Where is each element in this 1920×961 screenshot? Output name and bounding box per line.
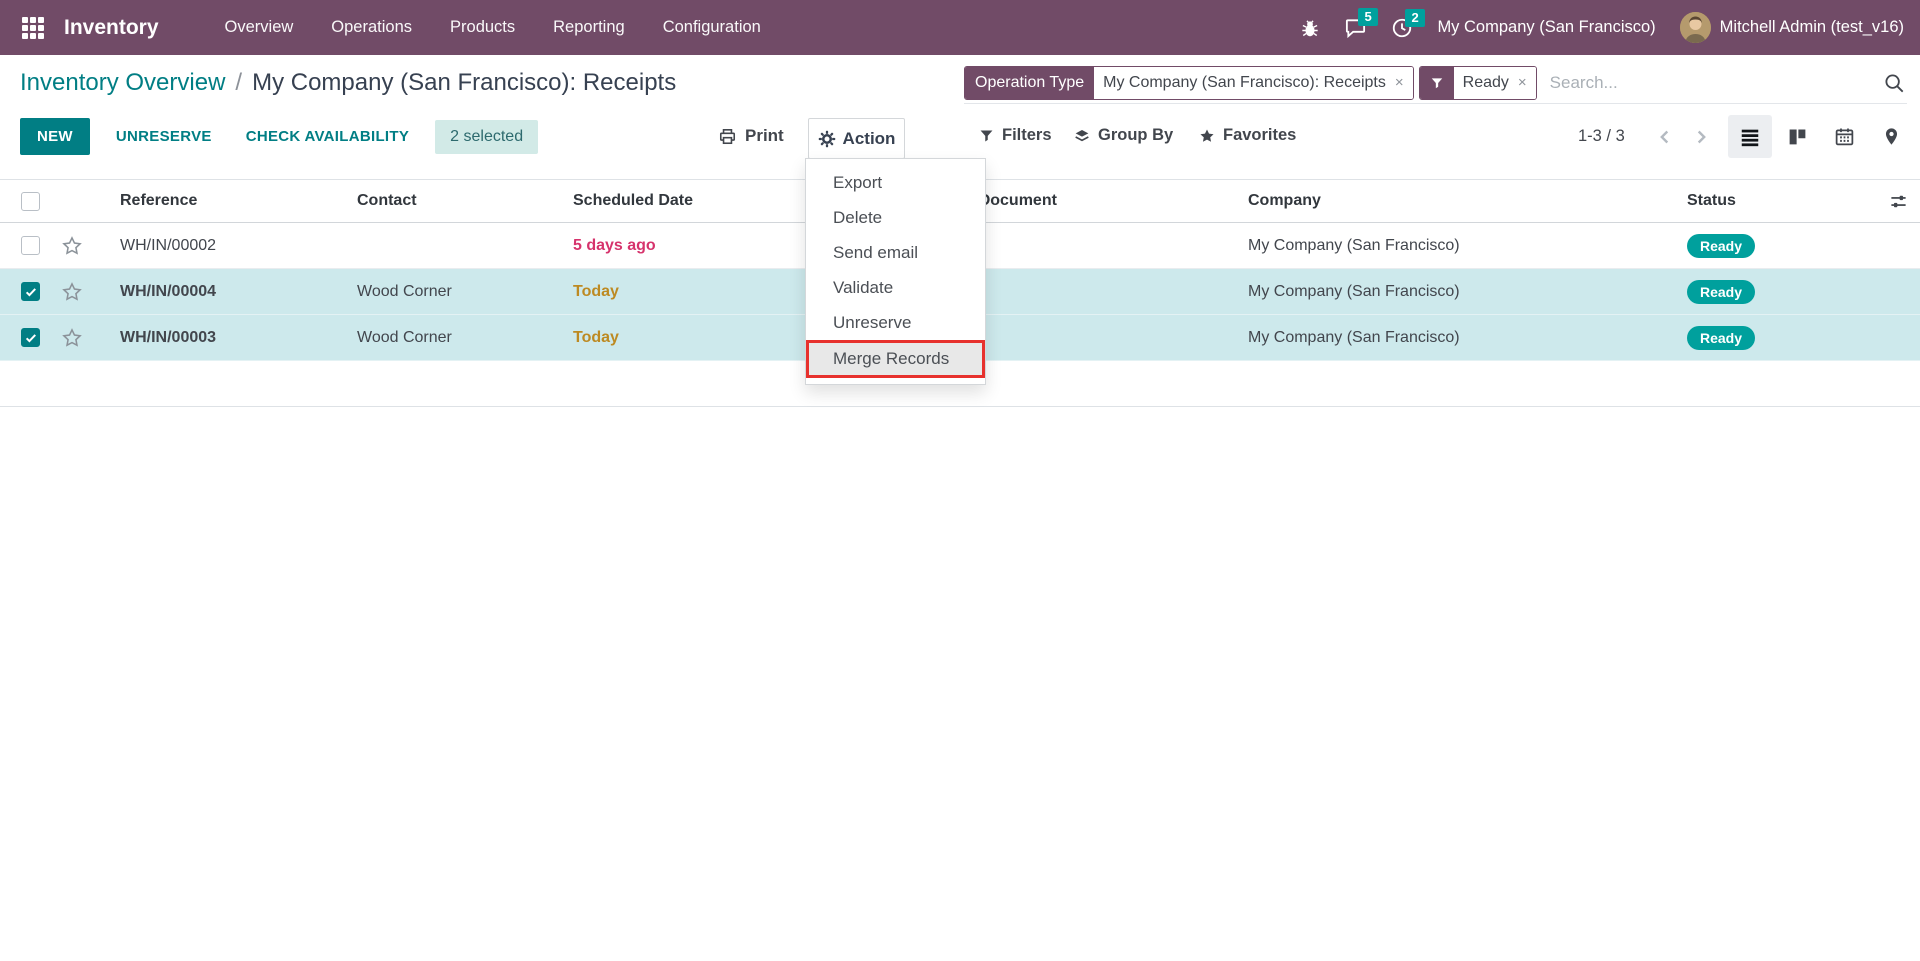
apps-menu-button[interactable] <box>18 13 48 43</box>
funnel-icon <box>979 128 994 143</box>
menu-item-unreserve[interactable]: Unreserve <box>806 305 985 340</box>
action-dropdown-menu: Export Delete Send email Validate Unrese… <box>805 158 986 385</box>
status-badge: Ready <box>1687 326 1755 350</box>
activities-count-badge: 2 <box>1405 9 1424 27</box>
selected-count-badge: 2 selected <box>435 120 538 154</box>
facet-value: Ready <box>1463 74 1509 92</box>
select-all-checkbox[interactable] <box>21 192 40 211</box>
status-badge: Ready <box>1687 280 1755 304</box>
app-name[interactable]: Inventory <box>64 16 159 40</box>
column-header-status[interactable]: Status <box>1687 192 1857 210</box>
column-header-contact[interactable]: Contact <box>357 192 573 210</box>
company-cell: My Company (San Francisco) <box>1248 237 1687 255</box>
kanban-view-icon <box>1787 126 1808 147</box>
column-options-button[interactable] <box>1889 192 1908 211</box>
favorite-star-icon[interactable] <box>54 281 120 303</box>
search-facet-ready-filter[interactable]: Ready × <box>1419 66 1537 100</box>
menu-item-export[interactable]: Export <box>806 165 985 200</box>
chevron-right-icon <box>1690 126 1712 148</box>
inventory-page: Inventory Overview Operations Products R… <box>0 0 1920 961</box>
star-icon <box>1199 128 1215 144</box>
new-button[interactable]: NEW <box>20 118 90 155</box>
messages-count-badge: 5 <box>1358 8 1377 26</box>
debug-bug-icon[interactable] <box>1300 18 1320 38</box>
nav-item-overview[interactable]: Overview <box>225 18 294 37</box>
pager-label: 1-3 / 3 <box>1578 127 1625 146</box>
reference-cell[interactable]: WH/IN/00004 <box>120 283 357 301</box>
remove-facet-icon[interactable]: × <box>1518 74 1527 91</box>
unreserve-button[interactable]: UNRESERVE <box>108 118 220 155</box>
menu-item-send-email[interactable]: Send email <box>806 235 985 270</box>
group-by-button[interactable]: Group By <box>1068 125 1179 146</box>
print-button[interactable]: Print <box>712 125 790 147</box>
avatar <box>1680 12 1711 43</box>
activities-button[interactable]: 2 <box>1391 17 1413 39</box>
facet-category-label: Operation Type <box>965 67 1094 99</box>
view-map-button[interactable] <box>1869 115 1913 158</box>
breadcrumb: Inventory Overview / My Company (San Fra… <box>20 55 676 110</box>
chevron-left-icon <box>1654 126 1676 148</box>
nav-item-configuration[interactable]: Configuration <box>663 18 761 37</box>
row-checkbox[interactable] <box>21 328 40 347</box>
contact-cell: Wood Corner <box>357 329 573 347</box>
map-pin-icon <box>1882 127 1901 146</box>
bug-icon <box>1300 18 1320 38</box>
row-checkbox[interactable] <box>21 282 40 301</box>
company-cell: My Company (San Francisco) <box>1248 329 1687 347</box>
action-menu-button[interactable]: Action <box>808 118 905 159</box>
apps-grid-icon <box>22 17 44 39</box>
remove-facet-icon[interactable]: × <box>1395 74 1404 91</box>
facet-value: My Company (San Francisco): Receipts <box>1103 74 1386 92</box>
gear-icon <box>818 130 836 148</box>
user-menu[interactable]: Mitchell Admin (test_v16) <box>1680 12 1904 43</box>
view-calendar-button[interactable] <box>1822 115 1866 158</box>
favorite-star-icon[interactable] <box>54 235 120 257</box>
messages-button[interactable]: 5 <box>1344 16 1367 39</box>
breadcrumb-row: Inventory Overview / My Company (San Fra… <box>0 55 1920 110</box>
breadcrumb-separator: / <box>235 69 242 97</box>
top-navbar: Inventory Overview Operations Products R… <box>0 0 1920 55</box>
view-switcher <box>1728 115 1913 158</box>
view-kanban-button[interactable] <box>1775 115 1819 158</box>
menu-item-validate[interactable]: Validate <box>806 270 985 305</box>
favorites-button[interactable]: Favorites <box>1193 125 1302 146</box>
page-title: My Company (San Francisco): Receipts <box>252 69 676 97</box>
reference-cell[interactable]: WH/IN/00003 <box>120 329 357 347</box>
pager-previous-button[interactable] <box>1652 124 1678 150</box>
menu-item-delete[interactable]: Delete <box>806 200 985 235</box>
favorite-star-icon[interactable] <box>54 327 120 349</box>
pager-next-button[interactable] <box>1688 124 1714 150</box>
column-header-reference[interactable]: Reference <box>120 192 357 210</box>
row-checkbox[interactable] <box>21 236 40 255</box>
list-view-icon <box>1739 126 1761 148</box>
menu-item-merge-records[interactable]: Merge Records <box>806 340 985 378</box>
breadcrumb-parent-link[interactable]: Inventory Overview <box>20 69 225 97</box>
search-input[interactable] <box>1542 73 1878 93</box>
check-icon <box>24 285 38 299</box>
nav-item-reporting[interactable]: Reporting <box>553 18 625 37</box>
view-list-button[interactable] <box>1728 115 1772 158</box>
calendar-view-icon <box>1834 126 1855 147</box>
company-switcher[interactable]: My Company (San Francisco) <box>1437 18 1655 37</box>
status-badge: Ready <box>1687 234 1755 258</box>
nav-item-products[interactable]: Products <box>450 18 515 37</box>
printer-icon <box>718 127 737 146</box>
contact-cell: Wood Corner <box>357 283 573 301</box>
reference-cell[interactable]: WH/IN/00002 <box>120 237 357 255</box>
nav-item-operations[interactable]: Operations <box>331 18 412 37</box>
check-availability-button[interactable]: CHECK AVAILABILITY <box>238 118 417 155</box>
search-icon[interactable] <box>1883 72 1905 94</box>
filters-button[interactable]: Filters <box>973 125 1058 146</box>
user-name: Mitchell Admin (test_v16) <box>1720 18 1904 37</box>
column-header-company[interactable]: Company <box>1248 192 1687 210</box>
company-cell: My Company (San Francisco) <box>1248 283 1687 301</box>
search-facet-operation-type[interactable]: Operation Type My Company (San Francisco… <box>964 66 1414 100</box>
check-icon <box>24 331 38 345</box>
search-bar: Operation Type My Company (San Francisco… <box>964 64 1907 104</box>
filter-icon <box>1420 67 1454 99</box>
sliders-icon <box>1889 192 1908 211</box>
layers-icon <box>1074 128 1090 144</box>
main-menu: Overview Operations Products Reporting C… <box>225 18 761 37</box>
